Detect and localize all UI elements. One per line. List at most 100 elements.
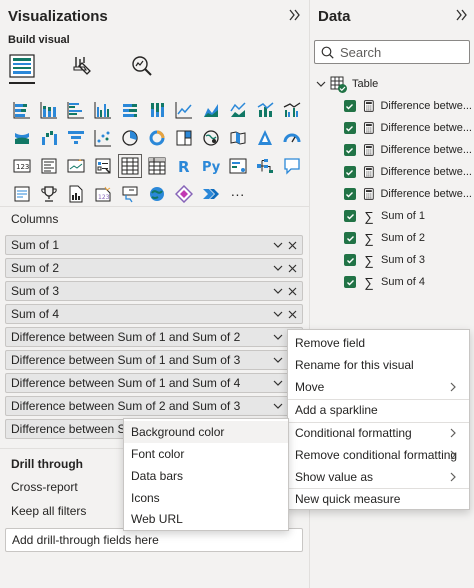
- r-script-visual-icon[interactable]: R: [170, 152, 197, 180]
- power-apps-icon[interactable]: 123: [89, 180, 116, 208]
- multi-row-card-icon[interactable]: [35, 152, 62, 180]
- more-visuals-icon[interactable]: ···: [224, 180, 251, 208]
- add-sparkline-menu-item[interactable]: Add a sparkline: [288, 399, 469, 421]
- arcgis-map-icon[interactable]: [143, 180, 170, 208]
- build-visual-tab[interactable]: [8, 52, 36, 84]
- python-visual-icon[interactable]: Py: [197, 152, 224, 180]
- power-automate-icon[interactable]: [116, 180, 143, 208]
- field-well-item[interactable]: Difference between Sum of 1 and Sum of 4: [5, 373, 303, 393]
- 100-stacked-column-chart-icon[interactable]: [143, 96, 170, 124]
- chevron-down-icon[interactable]: [271, 284, 285, 298]
- remove-field-icon[interactable]: [285, 238, 299, 252]
- chevron-down-icon[interactable]: [271, 399, 285, 413]
- field-well-item[interactable]: Difference between Sum of 1 and Sum of 2: [5, 327, 303, 347]
- data-field-row[interactable]: Difference betwe...: [344, 117, 472, 139]
- data-field-row[interactable]: ∑ Sum of 2: [344, 227, 472, 249]
- stacked-bar-chart-icon[interactable]: [8, 96, 35, 124]
- data-bars-menu-item[interactable]: Data bars: [124, 465, 288, 487]
- map-icon[interactable]: [197, 124, 224, 152]
- add-drill-through-drop-target[interactable]: Add drill-through fields here: [5, 528, 303, 552]
- analytics-tab[interactable]: [128, 52, 156, 80]
- new-quick-measure-menu-item[interactable]: New quick measure: [288, 488, 469, 510]
- clustered-bar-chart-icon[interactable]: [62, 96, 89, 124]
- remove-field-menu-item[interactable]: Remove field: [288, 332, 469, 354]
- checkbox-checked[interactable]: [344, 100, 356, 112]
- chevron-down-icon[interactable]: [316, 79, 326, 89]
- ribbon-chart-icon[interactable]: [8, 124, 35, 152]
- power-automate-chevron-icon[interactable]: [197, 180, 224, 208]
- azure-map-icon[interactable]: [251, 124, 278, 152]
- keep-all-filters-toggle[interactable]: Keep all filters: [11, 504, 86, 518]
- collapse-visualizations-icon[interactable]: [288, 8, 302, 25]
- show-value-as-menu-item[interactable]: Show value as: [288, 466, 469, 488]
- scatter-chart-icon[interactable]: [89, 124, 116, 152]
- gauge-icon[interactable]: [278, 124, 305, 152]
- decomposition-tree-icon[interactable]: [251, 152, 278, 180]
- web-url-menu-item[interactable]: Web URL: [124, 508, 288, 530]
- slicer-icon[interactable]: [89, 152, 116, 180]
- goals-trophy-icon[interactable]: [35, 180, 62, 208]
- field-well-item[interactable]: Sum of 3: [5, 281, 303, 301]
- data-field-row[interactable]: Difference betwe...: [344, 95, 472, 117]
- cross-report-toggle[interactable]: Cross-report: [11, 480, 78, 494]
- chevron-down-icon[interactable]: [271, 376, 285, 390]
- stacked-area-chart-icon[interactable]: [224, 96, 251, 124]
- field-well-item[interactable]: Sum of 2: [5, 258, 303, 278]
- pie-chart-icon[interactable]: [116, 124, 143, 152]
- rename-for-visual-menu-item[interactable]: Rename for this visual: [288, 354, 469, 376]
- chevron-down-icon[interactable]: [271, 238, 285, 252]
- line-chart-icon[interactable]: [170, 96, 197, 124]
- search-input[interactable]: Search: [314, 40, 470, 64]
- treemap-icon[interactable]: [170, 124, 197, 152]
- kpi-icon[interactable]: [62, 152, 89, 180]
- 100-stacked-bar-chart-icon[interactable]: [116, 96, 143, 124]
- data-field-row[interactable]: Difference betwe...: [344, 183, 472, 205]
- chevron-down-icon[interactable]: [271, 353, 285, 367]
- remove-field-icon[interactable]: [285, 284, 299, 298]
- card-icon[interactable]: 123: [8, 152, 35, 180]
- format-visual-tab[interactable]: [68, 52, 96, 80]
- remove-conditional-formatting-menu-item[interactable]: Remove conditional formatting: [288, 444, 469, 466]
- key-influencers-icon[interactable]: [224, 152, 251, 180]
- chevron-down-icon[interactable]: [271, 330, 285, 344]
- field-well-item[interactable]: Sum of 1: [5, 235, 303, 255]
- area-chart-icon[interactable]: [197, 96, 224, 124]
- checkbox-checked[interactable]: [344, 276, 356, 288]
- font-color-menu-item[interactable]: Font color: [124, 443, 288, 465]
- table-node[interactable]: Table: [316, 73, 378, 95]
- clustered-column-chart-icon[interactable]: [89, 96, 116, 124]
- collapse-data-icon[interactable]: [455, 8, 469, 25]
- checkbox-checked[interactable]: [344, 210, 356, 222]
- icons-menu-item[interactable]: Icons: [124, 487, 288, 509]
- filled-map-icon[interactable]: [224, 124, 251, 152]
- conditional-formatting-menu-item[interactable]: Conditional formatting: [288, 422, 469, 444]
- qna-icon[interactable]: [278, 152, 305, 180]
- line-and-column-chart-icon[interactable]: [251, 96, 278, 124]
- chevron-down-icon[interactable]: [271, 307, 285, 321]
- chevron-down-icon[interactable]: [271, 261, 285, 275]
- remove-field-icon[interactable]: [285, 307, 299, 321]
- power-apps-diamond-icon[interactable]: [170, 180, 197, 208]
- data-field-row[interactable]: ∑ Sum of 4: [344, 271, 472, 293]
- matrix-visual-icon[interactable]: [143, 152, 170, 180]
- field-well-item[interactable]: Difference between Sum of 1 and Sum of 3: [5, 350, 303, 370]
- funnel-chart-icon[interactable]: [62, 124, 89, 152]
- field-well-item[interactable]: Sum of 4: [5, 304, 303, 324]
- donut-chart-icon[interactable]: [143, 124, 170, 152]
- remove-field-icon[interactable]: [285, 261, 299, 275]
- checkbox-checked[interactable]: [344, 144, 356, 156]
- move-menu-item[interactable]: Move: [288, 376, 469, 398]
- data-field-row[interactable]: Difference betwe...: [344, 161, 472, 183]
- data-field-row[interactable]: ∑ Sum of 3: [344, 249, 472, 271]
- background-color-menu-item[interactable]: Background color: [124, 421, 288, 443]
- checkbox-checked[interactable]: [344, 254, 356, 266]
- table-visual-icon[interactable]: [116, 152, 143, 180]
- checkbox-checked[interactable]: [344, 188, 356, 200]
- checkbox-checked[interactable]: [344, 166, 356, 178]
- checkbox-checked[interactable]: [344, 122, 356, 134]
- data-field-row[interactable]: ∑ Sum of 1: [344, 205, 472, 227]
- checkbox-checked[interactable]: [344, 232, 356, 244]
- paginated-report-icon[interactable]: [62, 180, 89, 208]
- field-well-item[interactable]: Difference between Sum of 2 and Sum of 3: [5, 396, 303, 416]
- smart-narrative-icon[interactable]: [8, 180, 35, 208]
